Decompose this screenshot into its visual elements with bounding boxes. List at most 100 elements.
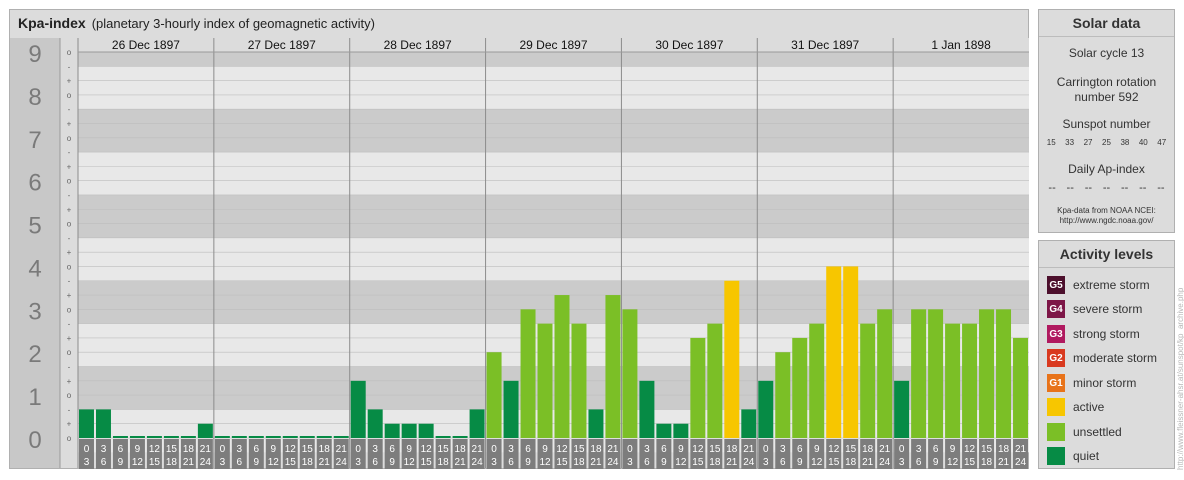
activity-levels-panel: Activity levels G5 extreme storm G4 seve… (1038, 240, 1175, 469)
hour-start-label: 18 (726, 444, 738, 455)
hour-end-label: 15 (285, 457, 297, 468)
y-tick-label: 8 (28, 84, 41, 111)
hour-start-label: 9 (950, 444, 956, 455)
kp-bar (520, 309, 536, 438)
solar-data-header: Solar data (1039, 10, 1174, 37)
hour-start-label: 6 (933, 444, 939, 455)
kp-bar (316, 436, 332, 438)
legend-item-minor-storm: G1 minor storm (1047, 374, 1136, 392)
hour-end-label: 21 (590, 457, 602, 468)
hour-end-label: 21 (998, 457, 1010, 468)
grid-band (78, 109, 1029, 153)
legend-label: severe storm (1073, 302, 1143, 316)
y-subtick-label: + (67, 377, 72, 386)
y-tick-label: 3 (28, 298, 41, 325)
kp-bar (809, 323, 825, 438)
ap-value: -- (1102, 182, 1111, 194)
grid-band (78, 152, 1029, 195)
legend-item-unsettled: unsettled (1047, 423, 1122, 441)
kp-bar (129, 436, 145, 438)
kp-bar (843, 266, 859, 438)
hour-end-label: 24 (200, 457, 212, 468)
hour-end-label: 9 (254, 457, 260, 468)
hour-end-label: 3 (899, 457, 905, 468)
ap-value: -- (1048, 182, 1056, 194)
hour-end-label: 21 (726, 457, 738, 468)
day-label: 28 Dec 1897 (384, 38, 452, 52)
y-tick-label: 1 (28, 384, 41, 411)
hour-end-label: 24 (743, 457, 755, 468)
data-source-link[interactable]: http://www.ngdc.noaa.gov/ (1039, 216, 1174, 226)
legend-item-quiet: quiet (1047, 447, 1099, 465)
y-subtick-label: - (68, 105, 71, 114)
sunspot-value: 38 (1120, 138, 1130, 147)
hour-end-label: 6 (101, 457, 107, 468)
legend-item-extreme-storm: G5 extreme storm (1047, 276, 1150, 294)
kpa-bar-chart: 0123456789+o+o-+o-+o-+o-+o-+o-+o-+o-o-26… (10, 38, 1029, 469)
hour-start-label: 3 (508, 444, 514, 455)
kp-bar (945, 323, 961, 438)
hour-end-label: 15 (149, 457, 161, 468)
hour-end-label: 12 (811, 457, 823, 468)
hour-start-label: 15 (438, 444, 450, 455)
hour-start-label: 9 (814, 444, 820, 455)
y-subtick-label: o (67, 262, 72, 271)
kp-bar (690, 337, 706, 438)
kp-bar (1013, 337, 1028, 438)
hour-start-label: 18 (183, 444, 195, 455)
kp-bar (112, 436, 128, 438)
kp-bar (928, 309, 944, 438)
hour-end-label: 6 (237, 457, 243, 468)
activity-levels-header: Activity levels (1039, 241, 1174, 268)
kp-bar (673, 423, 689, 438)
sunspot-value: 40 (1138, 138, 1148, 147)
hour-end-label: 9 (525, 457, 531, 468)
hour-end-label: 12 (268, 457, 280, 468)
hour-start-label: 18 (998, 444, 1010, 455)
hour-end-label: 3 (491, 457, 497, 468)
y-subtick-label: o (67, 434, 72, 443)
sunspot-value: 27 (1083, 138, 1093, 147)
kp-bar (792, 337, 808, 438)
hour-start-label: 9 (271, 444, 277, 455)
legend-label: unsettled (1073, 425, 1122, 439)
kp-bar (656, 423, 672, 438)
hour-start-label: 6 (797, 444, 803, 455)
hour-end-label: 15 (964, 457, 976, 468)
carrington-line-2: number 592 (1074, 90, 1139, 104)
kp-bar (282, 436, 298, 438)
hour-end-label: 9 (933, 457, 939, 468)
hour-end-label: 21 (319, 457, 331, 468)
hour-start-label: 6 (389, 444, 395, 455)
hour-end-label: 18 (438, 457, 450, 468)
y-subtick-label: - (68, 277, 71, 286)
y-subtick-label: o (67, 48, 72, 57)
data-source-line-1: Kpa-data from NOAA NCEI: (1057, 206, 1156, 215)
y-subtick-label: + (67, 77, 72, 86)
kp-bar (214, 436, 230, 438)
hour-end-label: 12 (132, 457, 144, 468)
hour-end-label: 3 (84, 457, 90, 468)
y-subtick-label: o (67, 91, 72, 100)
kp-bar (350, 380, 366, 438)
hour-start-label: 0 (84, 444, 90, 455)
grid-band (78, 66, 1029, 110)
y-subtick-label: - (68, 191, 71, 200)
y-tick-label: 9 (28, 41, 41, 68)
unsettled-swatch (1047, 423, 1065, 441)
hour-end-label: 15 (828, 457, 840, 468)
hour-start-label: 3 (372, 444, 378, 455)
hour-start-label: 21 (1015, 444, 1027, 455)
solar-data-panel: Solar data Solar cycle 13 Carrington rot… (1038, 9, 1175, 233)
hour-end-label: 6 (644, 457, 650, 468)
ap-value: -- (1084, 182, 1093, 194)
ap-value: -- (1120, 182, 1129, 194)
kp-bar (724, 280, 740, 438)
ap-index-values: -- -- -- -- -- -- -- (1039, 182, 1174, 194)
legend-label: quiet (1073, 449, 1100, 463)
g5-badge: G5 (1047, 276, 1065, 294)
grid-band (78, 194, 1029, 238)
kp-bar (146, 436, 162, 438)
kp-bar (180, 436, 196, 438)
legend-item-severe-storm: G4 severe storm (1047, 300, 1142, 318)
